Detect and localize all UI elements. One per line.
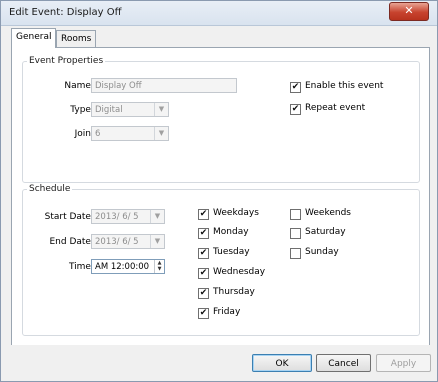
checkmark-icon: ✔ xyxy=(198,268,209,279)
join-value: 6 xyxy=(95,129,101,139)
type-value: Digital xyxy=(95,105,123,115)
checkmark-icon: ✔ xyxy=(198,228,209,239)
window-title: Edit Event: Display Off xyxy=(9,7,122,18)
chevron-down-icon: ▼ xyxy=(150,210,164,223)
schedule-legend: Schedule xyxy=(29,184,71,194)
checkbox-empty-icon xyxy=(290,209,301,220)
start-date-value: 2013/ 6/ 5 xyxy=(95,212,139,222)
event-properties-group: Event Properties xyxy=(22,56,420,183)
title-bar[interactable]: Edit Event: Display Off ✕ xyxy=(1,1,437,26)
checkmark-icon: ✔ xyxy=(198,308,209,319)
wednesday-label: Wednesday xyxy=(213,267,266,277)
edit-event-dialog: Edit Event: Display Off ✕ General Rooms … xyxy=(0,0,438,382)
end-date-value: 2013/ 6/ 5 xyxy=(95,237,139,247)
weekdays-label: Weekdays xyxy=(213,208,259,218)
end-date-picker[interactable]: 2013/ 6/ 5 ▼ xyxy=(91,234,165,249)
sunday-label: Sunday xyxy=(305,247,339,257)
tab-rooms[interactable]: Rooms xyxy=(56,30,97,47)
close-button[interactable]: ✕ xyxy=(389,2,429,21)
join-select[interactable]: 6 ▼ xyxy=(91,126,169,141)
end-date-label: End Date: xyxy=(49,237,94,247)
thursday-label: Thursday xyxy=(213,287,255,297)
checkmark-icon: ✔ xyxy=(198,209,209,220)
checkbox-empty-icon xyxy=(290,228,301,239)
tuesday-label: Tuesday xyxy=(213,247,250,257)
apply-button[interactable]: Apply xyxy=(376,354,431,372)
name-value: Display Off xyxy=(95,81,142,91)
friday-label: Friday xyxy=(213,307,241,317)
chevron-down-icon: ▼ xyxy=(150,235,164,248)
ok-button[interactable]: OK xyxy=(252,354,312,372)
monday-label: Monday xyxy=(213,227,249,237)
weekends-label: Weekends xyxy=(305,208,351,218)
cancel-button[interactable]: Cancel xyxy=(316,354,371,372)
enable-event-label: Enable this event xyxy=(305,81,384,91)
checkbox-empty-icon xyxy=(290,248,301,259)
type-select[interactable]: Digital ▼ xyxy=(91,102,169,117)
start-date-picker[interactable]: 2013/ 6/ 5 ▼ xyxy=(91,209,165,224)
repeat-event-label: Repeat event xyxy=(305,103,366,113)
checkmark-icon: ✔ xyxy=(198,248,209,259)
dialog-footer: OK Cancel Apply xyxy=(1,345,437,381)
saturday-label: Saturday xyxy=(305,227,346,237)
time-value: AM 12:00:00 xyxy=(95,262,150,272)
time-spinner[interactable]: ▲ ▼ xyxy=(154,260,164,273)
time-label: Time: xyxy=(68,262,94,272)
checkmark-icon: ✔ xyxy=(198,288,209,299)
join-label: Join: xyxy=(74,129,94,139)
checkmark-icon: ✔ xyxy=(290,82,301,93)
start-date-label: Start Date: xyxy=(44,212,94,222)
chevron-down-icon: ▼ xyxy=(154,127,168,140)
event-properties-legend: Event Properties xyxy=(29,56,104,66)
chevron-down-icon: ▼ xyxy=(154,103,168,116)
close-icon: ✕ xyxy=(404,4,414,17)
time-input[interactable]: AM 12:00:00 ▲ ▼ xyxy=(91,259,165,274)
tab-general[interactable]: General xyxy=(11,28,57,48)
checkmark-icon: ✔ xyxy=(290,104,301,115)
name-label: Name: xyxy=(64,81,94,91)
general-tab-panel: Event Properties Name: Display Off Type:… xyxy=(11,47,430,346)
spin-down-icon[interactable]: ▼ xyxy=(155,266,164,272)
type-label: Type: xyxy=(70,105,94,115)
name-field[interactable]: Display Off xyxy=(91,78,237,93)
